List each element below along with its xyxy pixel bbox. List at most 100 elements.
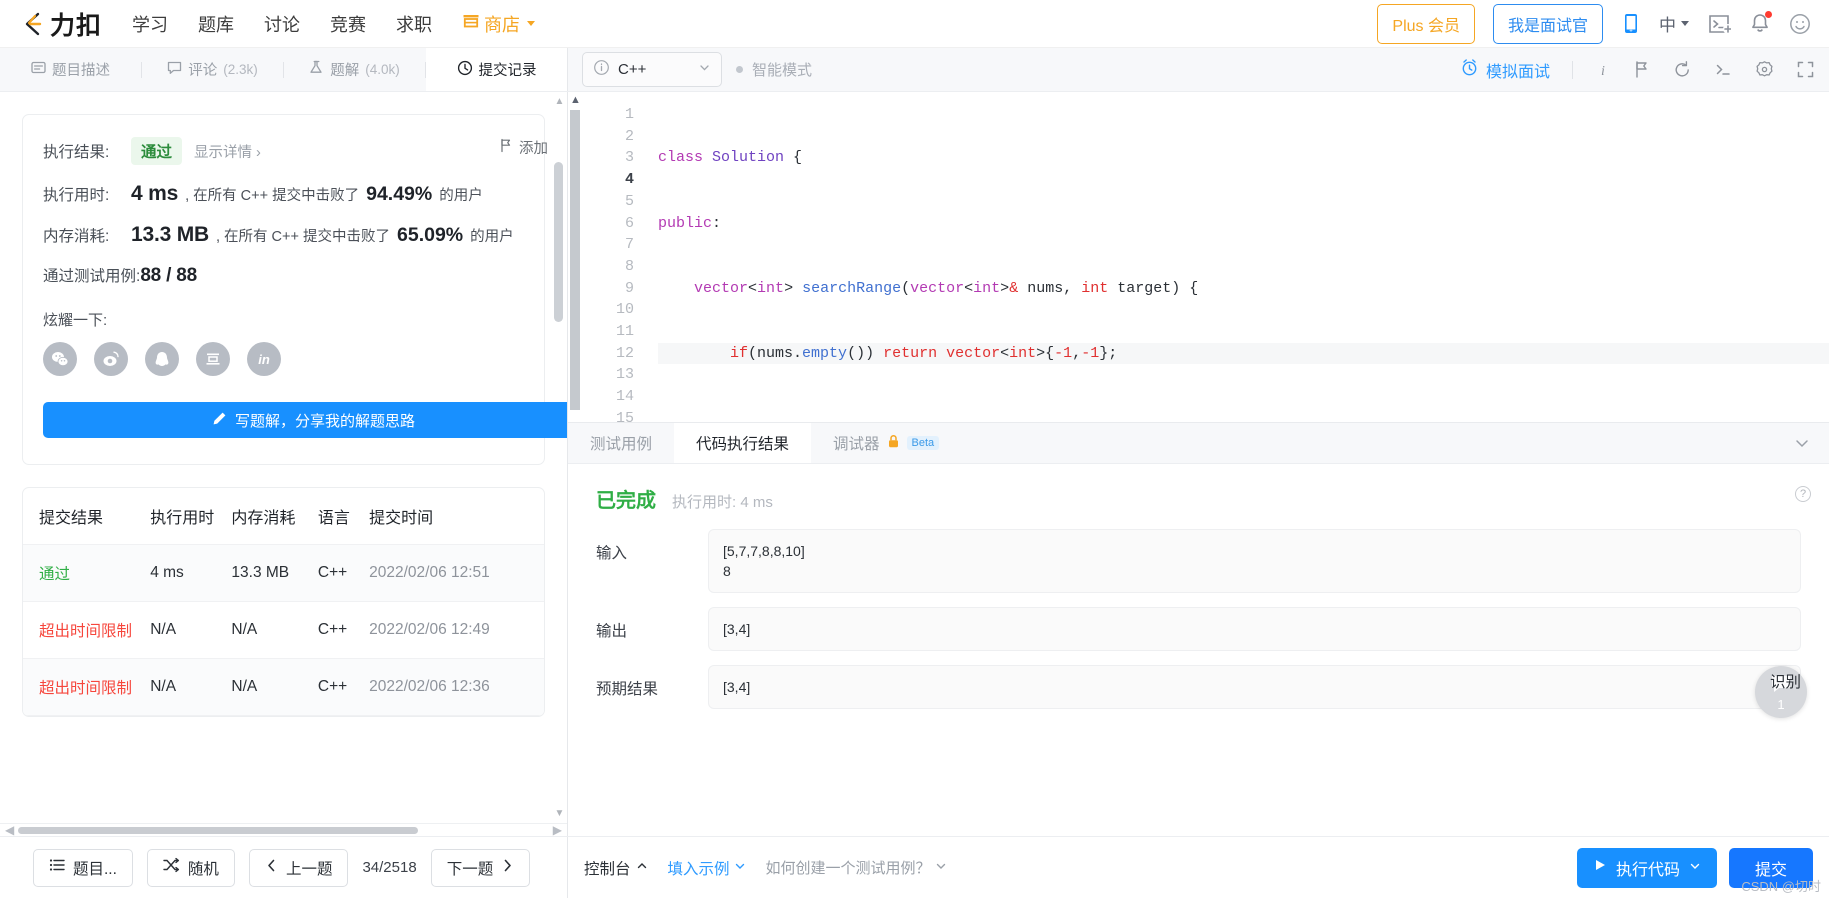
nav-item-store[interactable]: 商店	[462, 11, 536, 37]
settings-icon[interactable]	[1755, 60, 1774, 79]
mobile-icon[interactable]: +	[1621, 12, 1641, 36]
tab-comments[interactable]: 评论 (2.3k)	[142, 48, 283, 91]
bell-icon[interactable]	[1749, 11, 1772, 35]
row-status[interactable]: 通过	[39, 562, 150, 584]
avatar-icon[interactable]	[1789, 13, 1811, 35]
logo[interactable]: 力扣	[18, 6, 102, 42]
code-fold-column[interactable]	[582, 92, 594, 422]
prev-problem-button[interactable]: 上一题	[248, 848, 349, 887]
row-status[interactable]: 超出时间限制	[39, 619, 150, 641]
tab-description[interactable]: 题目描述	[0, 48, 141, 91]
table-row[interactable]: 通过 4 ms 13.3 MB C++ 2022/02/06 12:51	[23, 545, 544, 602]
nav-item-contest[interactable]: 竞赛	[330, 11, 366, 37]
help-icon[interactable]: ?	[1795, 486, 1811, 502]
editor-toolbar: C++ 智能模式 模拟面试 i	[568, 48, 1829, 91]
footer-bar: 题目... 随机 上一题 34/2518 下一题 控制台 填入示例 如何创建一个…	[0, 666, 1829, 898]
code-line: vector<int> searchRange(vector<int>& num…	[694, 279, 1199, 297]
show-detail-link[interactable]: 显示详情 ›	[194, 141, 261, 162]
wechat-icon[interactable]	[43, 342, 77, 376]
tab-solutions[interactable]: 题解 (4.0k)	[284, 48, 425, 91]
collapse-console-button[interactable]	[1793, 423, 1829, 463]
code-editor[interactable]: ▲ 1 2 3 4 5 6 7 8 9 10 11 12 13 14 15 cl…	[568, 92, 1829, 422]
chat-count: 1	[1777, 696, 1785, 712]
console-tab-result[interactable]: 代码执行结果	[674, 423, 812, 463]
row-memory: N/A	[231, 621, 258, 638]
reset-icon[interactable]	[1673, 60, 1692, 79]
plus-member-button[interactable]: Plus 会员	[1377, 3, 1475, 44]
clock-icon	[457, 60, 473, 80]
interviewer-button[interactable]: 我是面试官	[1492, 3, 1603, 44]
main-split: 添加 执行结果: 通过 显示详情 › 执行用时: 4 ms , 在所有 C++ …	[0, 92, 1829, 837]
console-tab-testcase[interactable]: 测试用例	[568, 423, 674, 463]
info-icon	[593, 59, 610, 80]
nav-item-jobs[interactable]: 求职	[396, 11, 432, 37]
nav-item-study[interactable]: 学习	[132, 11, 168, 37]
console-tab-debugger[interactable]: 调试器 Beta	[811, 423, 961, 463]
editor-left-scrollbar[interactable]: ▲	[568, 92, 582, 422]
result-row: 执行结果: 通过 显示详情 ›	[43, 137, 524, 165]
console-expected-row: 预期结果 [3,4]	[596, 665, 1801, 709]
fullscreen-icon[interactable]	[1796, 60, 1815, 79]
language-dropdown[interactable]: C++	[582, 52, 722, 87]
weibo-icon[interactable]	[94, 342, 128, 376]
linkedin-icon[interactable]: in	[247, 342, 281, 376]
info-icon[interactable]: i	[1595, 61, 1611, 79]
scroll-right-arrow-icon[interactable]: ▶	[553, 823, 562, 837]
console-tab-debugger-label: 调试器	[833, 436, 880, 453]
scroll-up-arrow-icon[interactable]: ▲	[570, 94, 581, 106]
console-input-value[interactable]: [5,7,7,8,8,10] 8	[708, 529, 1801, 593]
horizontal-scrollbar[interactable]: ◀ ▶	[0, 823, 567, 837]
douban-icon[interactable]	[196, 342, 230, 376]
fill-example-button[interactable]: 填入示例	[668, 857, 746, 879]
row-status[interactable]: 超出时间限制	[39, 676, 150, 698]
chevron-right-icon	[501, 858, 514, 878]
tab-submissions[interactable]: 提交记录	[426, 48, 567, 91]
nav-item-problems[interactable]: 题库	[198, 11, 234, 37]
console-icon[interactable]	[1714, 60, 1733, 79]
execution-result-card: 添加 执行结果: 通过 显示详情 › 执行用时: 4 ms , 在所有 C++ …	[22, 114, 567, 465]
row-language: C++	[317, 678, 348, 695]
scroll-up-arrow-icon[interactable]: ▲	[554, 96, 565, 107]
write-solution-button[interactable]: 写题解，分享我的解题思路	[43, 402, 567, 438]
editor-scrollbar-thumb[interactable]	[570, 110, 580, 410]
add-note-button[interactable]: 添加	[499, 137, 548, 158]
flag-icon[interactable]	[1633, 60, 1651, 79]
editor-right-scrollbar[interactable]	[1817, 92, 1829, 422]
code-content[interactable]: class Solution { public: vector<int> sea…	[646, 92, 1829, 422]
language-selector[interactable]: 中	[1659, 11, 1689, 36]
scroll-left-arrow-icon[interactable]: ◀	[5, 823, 14, 837]
scrollbar-thumb[interactable]	[554, 162, 563, 322]
problem-list-button[interactable]: 题目...	[33, 848, 133, 887]
row-language: C++	[317, 564, 348, 581]
fill-example-label: 填入示例	[667, 860, 730, 878]
submissions-table: 提交结果 执行用时 内存消耗 语言 提交时间 通过 4 ms 13.3 MB C…	[22, 487, 545, 717]
console-status-text: 已完成	[596, 490, 656, 512]
pencil-icon	[212, 411, 227, 430]
vertical-scrollbar[interactable]: ▲ ▼	[554, 92, 565, 823]
submissions-pane: 添加 执行结果: 通过 显示详情 › 执行用时: 4 ms , 在所有 C++ …	[0, 92, 568, 837]
memory-percentile: 65.09%	[397, 224, 464, 246]
next-problem-button[interactable]: 下一题	[430, 848, 531, 887]
flask-icon	[309, 60, 324, 79]
qq-icon[interactable]	[145, 342, 179, 376]
table-row[interactable]: 超出时间限制 N/A N/A C++ 2022/02/06 12:36	[23, 659, 544, 716]
scroll-down-arrow-icon[interactable]: ▼	[554, 808, 565, 819]
chevron-down-icon	[935, 859, 947, 876]
site-header: 力扣 学习 题库 讨论 竞赛 求职 商店 Plus 会员 我是面试官 + 中	[0, 0, 1829, 48]
list-icon	[49, 857, 65, 878]
table-row[interactable]: 超出时间限制 N/A N/A C++ 2022/02/06 12:49	[23, 602, 544, 659]
random-problem-button[interactable]: 随机	[146, 848, 235, 887]
terminal-plus-icon[interactable]	[1707, 13, 1731, 35]
hscrollbar-thumb[interactable]	[18, 826, 418, 834]
run-code-button[interactable]: 执行代码	[1576, 847, 1717, 888]
howto-label: 如何创建一个测试用例？	[765, 860, 931, 877]
sub-toolbar: 题目描述 评论 (2.3k) 题解 (4.0k) 提交记录 C++ 智能模式 模…	[0, 48, 1829, 92]
howto-link[interactable]: 如何创建一个测试用例？	[766, 857, 947, 878]
nav-item-discuss[interactable]: 讨论	[264, 11, 300, 37]
smart-mode-toggle[interactable]: 智能模式	[736, 59, 812, 80]
prev-problem-label: 上一题	[285, 860, 333, 878]
console-toggle-button[interactable]: 控制台	[584, 857, 648, 879]
console-status: 已完成 执行用时: 4 ms	[596, 484, 1801, 513]
mock-interview-button[interactable]: 模拟面试	[1460, 58, 1550, 82]
